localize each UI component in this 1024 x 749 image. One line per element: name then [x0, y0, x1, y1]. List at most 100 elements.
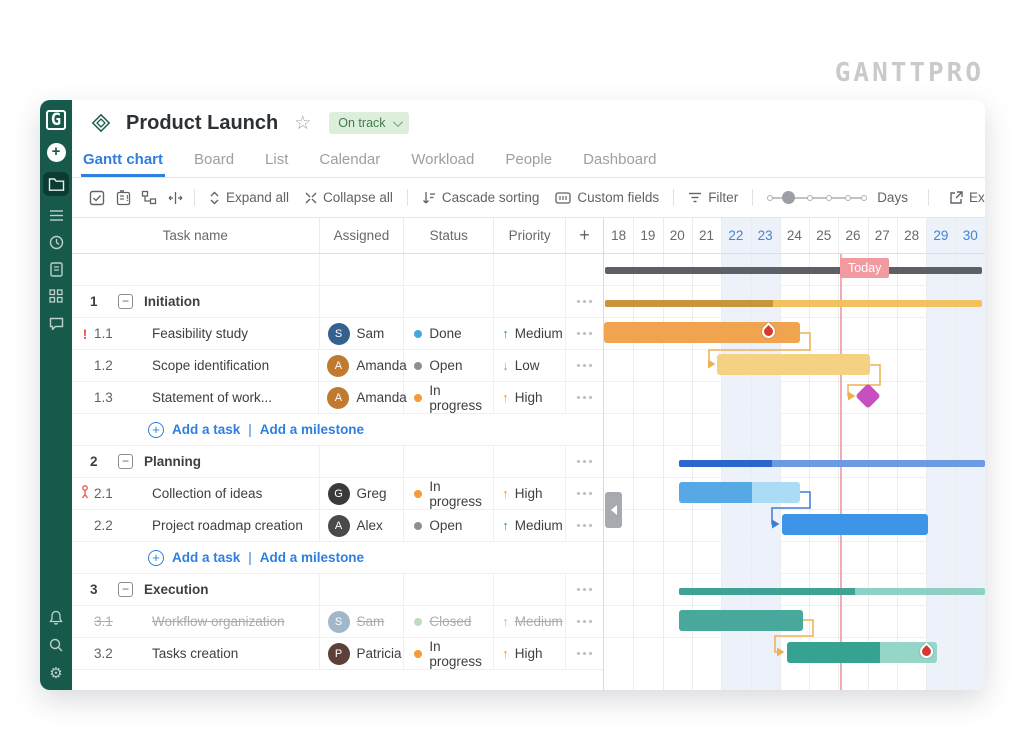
collapse-group-icon[interactable]: [118, 454, 133, 469]
priority-cell[interactable]: High: [494, 382, 566, 413]
tab-people[interactable]: People: [503, 151, 554, 177]
settings-button[interactable]: ⚙: [40, 661, 72, 685]
day-cell[interactable]: 19: [633, 218, 662, 253]
day-cell[interactable]: 27: [868, 218, 897, 253]
assignee-cell[interactable]: A Amanda: [319, 350, 404, 381]
sidebar-item-projects[interactable]: [43, 172, 69, 196]
col-assigned[interactable]: Assigned: [320, 218, 405, 253]
tab-dashboard[interactable]: Dashboard: [581, 151, 658, 177]
collapse-group-icon[interactable]: [118, 294, 133, 309]
priority-cell[interactable]: Medium: [494, 510, 566, 541]
day-cell[interactable]: 24: [780, 218, 809, 253]
panel-collapse-handle[interactable]: [605, 492, 622, 528]
status-badge[interactable]: On track: [329, 112, 408, 134]
day-cell[interactable]: 18: [604, 218, 633, 253]
sidebar-item-news[interactable]: [40, 257, 72, 281]
zoom-step-icon[interactable]: [861, 195, 867, 201]
zoom-step-icon[interactable]: [826, 195, 832, 201]
assignee-cell[interactable]: P Patricia: [320, 638, 405, 669]
row-menu-button[interactable]: [566, 350, 603, 381]
row-menu-button[interactable]: [566, 606, 603, 637]
status-cell[interactable]: In progress: [404, 638, 494, 669]
table-row-task-2-1[interactable]: 2.1 Collection of ideas G Greg In progre…: [72, 478, 603, 510]
critical-path-button[interactable]: [162, 186, 188, 210]
row-menu-button[interactable]: [566, 382, 603, 413]
day-cell-weekend[interactable]: 22: [721, 218, 750, 253]
assignee-cell[interactable]: G Greg: [320, 478, 405, 509]
assignee-cell[interactable]: S Sam: [320, 318, 405, 349]
tab-list[interactable]: List: [263, 151, 290, 177]
status-cell[interactable]: Open: [404, 350, 494, 381]
table-row-task-1-1[interactable]: 1.1 Feasibility study S Sam Done: [72, 318, 603, 350]
tab-board[interactable]: Board: [192, 151, 236, 177]
row-menu-button[interactable]: [566, 318, 603, 349]
table-row-group-execution[interactable]: 3 Execution: [72, 574, 603, 606]
assignee-cell[interactable]: A Alex: [320, 510, 405, 541]
zoom-step-icon[interactable]: [845, 195, 851, 201]
overdue-tasks-button[interactable]: !: [110, 186, 136, 210]
table-row-task-1-3[interactable]: 1.3 Statement of work... A Amanda In pro…: [72, 382, 603, 414]
priority-cell[interactable]: High: [494, 638, 566, 669]
add-plus-icon[interactable]: [148, 550, 164, 566]
table-row-group-initiation[interactable]: 1 Initiation: [72, 286, 603, 318]
day-cell[interactable]: 28: [897, 218, 926, 253]
col-priority[interactable]: Priority: [494, 218, 566, 253]
zoom-step-icon[interactable]: [807, 195, 813, 201]
tab-workload[interactable]: Workload: [409, 151, 476, 177]
day-cell-weekend[interactable]: 29: [926, 218, 955, 253]
app-logo[interactable]: G: [40, 108, 72, 132]
status-cell[interactable]: Done: [404, 318, 494, 349]
tab-gantt-chart[interactable]: Gantt chart: [81, 151, 165, 177]
expand-all-button[interactable]: Expand all: [201, 190, 297, 205]
priority-cell[interactable]: Medium: [494, 318, 566, 349]
add-task-link[interactable]: Add a task: [172, 550, 240, 565]
row-menu-button[interactable]: [566, 638, 603, 669]
row-menu-button[interactable]: [566, 478, 603, 509]
add-column-button[interactable]: +: [566, 218, 603, 253]
sidebar-item-history[interactable]: [40, 230, 72, 254]
filter-button[interactable]: Filter: [680, 190, 746, 205]
create-button[interactable]: +: [40, 140, 72, 164]
col-task-name[interactable]: Task name: [72, 218, 320, 253]
sidebar-item-integrations[interactable]: [40, 284, 72, 308]
assignee-cell[interactable]: A Amanda: [319, 382, 404, 413]
day-cell[interactable]: 21: [692, 218, 721, 253]
table-row-task-2-2[interactable]: 2.2 Project roadmap creation A Alex Open: [72, 510, 603, 542]
sidebar-item-comments[interactable]: [40, 311, 72, 335]
row-menu-button[interactable]: [566, 574, 603, 605]
day-cell[interactable]: 25: [809, 218, 838, 253]
status-cell[interactable]: Closed: [404, 606, 494, 637]
table-row-group-planning[interactable]: 2 Planning: [72, 446, 603, 478]
status-cell[interactable]: Open: [404, 510, 494, 541]
table-row-task-1-2[interactable]: 1.2 Scope identification A Amanda Open: [72, 350, 603, 382]
assignee-cell[interactable]: S Sam: [320, 606, 405, 637]
priority-cell[interactable]: Low: [494, 350, 566, 381]
collapse-all-button[interactable]: Collapse all: [297, 190, 401, 205]
status-cell[interactable]: In progress: [404, 478, 494, 509]
priority-cell[interactable]: Medium: [494, 606, 566, 637]
sidebar-item-tasks[interactable]: [40, 203, 72, 227]
notifications-button[interactable]: [40, 605, 72, 629]
day-cell[interactable]: 20: [663, 218, 692, 253]
dependencies-button[interactable]: [136, 186, 162, 210]
select-tasks-button[interactable]: [84, 186, 110, 210]
table-row-task-3-2[interactable]: 3.2 Tasks creation P Patricia In progres…: [72, 638, 603, 670]
favorite-star-icon[interactable]: ☆: [294, 112, 311, 135]
cascade-sorting-button[interactable]: Cascade sorting: [414, 190, 548, 205]
tab-calendar[interactable]: Calendar: [317, 151, 382, 177]
collapse-group-icon[interactable]: [118, 582, 133, 597]
add-task-link[interactable]: Add a task: [172, 422, 240, 437]
custom-fields-button[interactable]: Custom fields: [547, 190, 667, 205]
search-button[interactable]: [40, 633, 72, 657]
table-row-task-3-1[interactable]: 3.1 Workflow organization S Sam Closed: [72, 606, 603, 638]
add-milestone-link[interactable]: Add a milestone: [260, 550, 364, 565]
day-cell-weekend[interactable]: 23: [750, 218, 779, 253]
row-menu-button[interactable]: [566, 510, 603, 541]
zoom-step-selected-icon[interactable]: [782, 191, 795, 204]
add-milestone-link[interactable]: Add a milestone: [260, 422, 364, 437]
export-button[interactable]: Export: [941, 190, 985, 205]
row-menu-button[interactable]: [566, 286, 603, 317]
add-plus-icon[interactable]: [148, 422, 164, 438]
row-menu-button[interactable]: [566, 446, 603, 477]
status-cell[interactable]: In progress: [404, 382, 494, 413]
